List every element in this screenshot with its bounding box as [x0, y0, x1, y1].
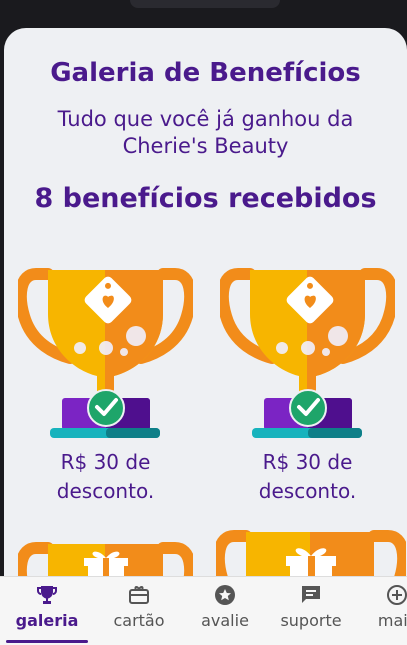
gallery-sheet: Galeria de Benefícios Tudo que você já g… [4, 28, 407, 644]
tab-cartao[interactable]: cartão [98, 577, 180, 645]
tab-galeria[interactable]: galeria [6, 577, 88, 645]
trophy-tag-heart-icon [18, 268, 193, 438]
bottom-tab-bar: galeria cartão avalie suporte mai [0, 576, 407, 645]
tab-avalie[interactable]: avalie [184, 577, 266, 645]
benefit-card[interactable]: R$ 30 de desconto. [18, 266, 193, 506]
card-icon [129, 586, 149, 604]
tab-label: cartão [113, 611, 165, 630]
benefit-label: R$ 30 de desconto. [56, 450, 155, 503]
tab-suporte[interactable]: suporte [270, 577, 352, 645]
trophy-tag-heart-icon [220, 268, 395, 438]
benefit-label: R$ 30 de desconto. [258, 450, 357, 503]
tab-label: avalie [201, 611, 249, 630]
tab-label: galeria [15, 611, 79, 630]
page-subtitle: Tudo que você já ganhou da Cherie's Beau… [57, 107, 354, 158]
trophy-icon [37, 586, 57, 604]
tab-mais[interactable]: mais [356, 577, 407, 645]
tab-label: mais [377, 611, 407, 630]
tab-label: suporte [280, 611, 342, 630]
plus-circle-icon [387, 585, 407, 605]
star-icon [215, 585, 235, 605]
status-notch [130, 0, 280, 8]
chat-icon [302, 586, 320, 603]
benefit-card[interactable]: R$ 30 de desconto. [220, 266, 395, 506]
page-title: Galeria de Benefícios [50, 58, 361, 88]
benefits-count: 8 benefícios recebidos [34, 183, 377, 214]
